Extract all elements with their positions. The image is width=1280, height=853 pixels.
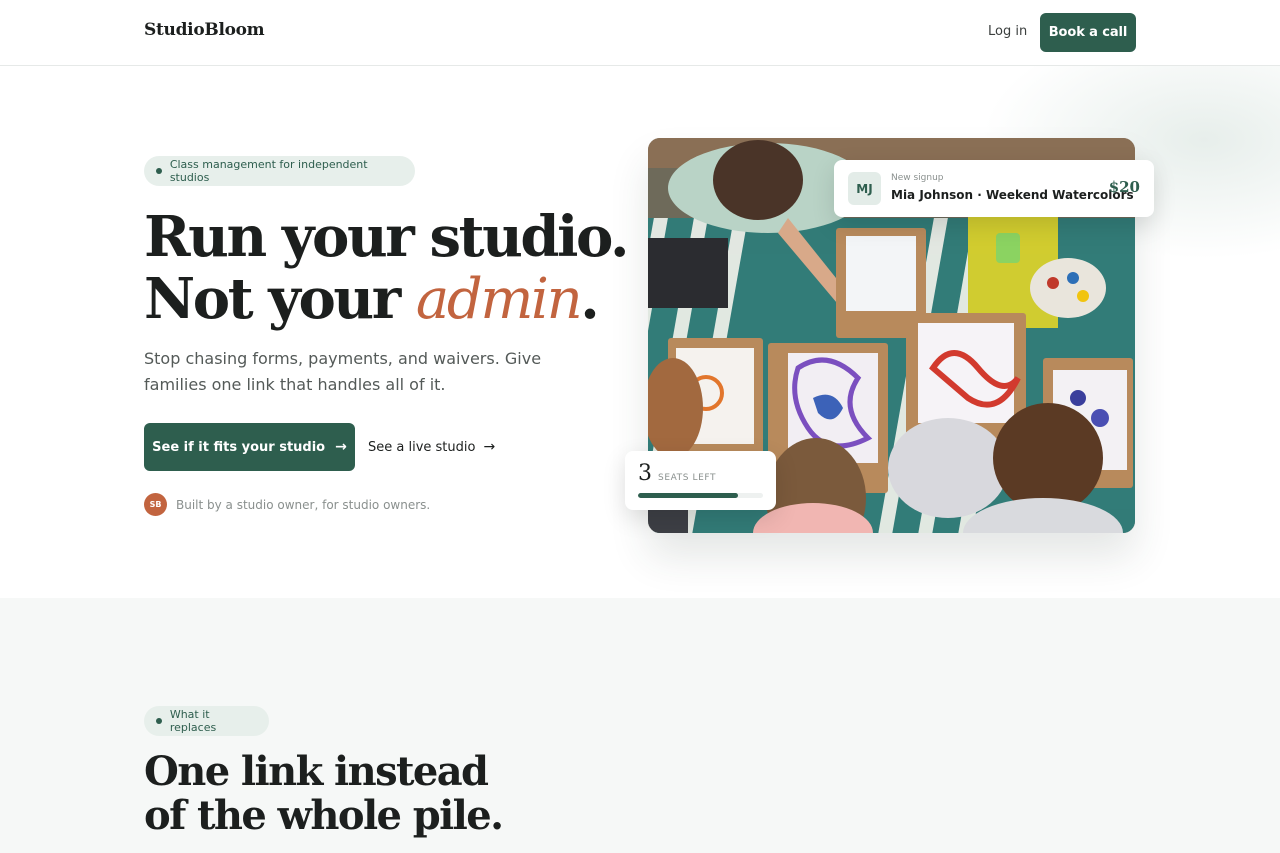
pill-dot-icon (156, 718, 162, 724)
replaces-title-line2: of the whole pile. (144, 792, 504, 839)
arrow-right-icon: → (335, 439, 347, 455)
owner-avatar: SB (144, 493, 167, 516)
replaces-title: One link instead of the whole pile. (144, 748, 504, 839)
hero-title-line2-start: Not your (144, 266, 416, 332)
owner-credit-text: Built by a studio owner, for studio owne… (176, 497, 431, 512)
hero-title: Run your studio. Not your admin. (144, 204, 629, 332)
seats-progress-fill (638, 493, 738, 498)
replaces-tag-pill: What it replaces (144, 706, 269, 736)
fits-studio-button[interactable]: See if it fits your studio → (144, 423, 355, 471)
signup-price: $20 (1108, 178, 1140, 196)
pill-dot-icon (156, 168, 162, 174)
hero-title-accent: admin (415, 267, 583, 332)
live-studio-link[interactable]: See a live studio → (368, 437, 495, 457)
hero-subtitle: Stop chasing forms, payments, and waiver… (144, 349, 542, 394)
book-call-button[interactable]: Book a call (1040, 13, 1136, 52)
signup-label: New signup (891, 173, 944, 183)
new-signup-card: MJ New signup Mia Johnson · Weekend Wate… (834, 160, 1154, 217)
live-studio-label: See a live studio (368, 439, 476, 455)
seats-label: SEATS LEFT (658, 473, 717, 483)
arrow-right-icon: → (483, 439, 496, 455)
hero-tag-pill: Class management for independent studios (144, 156, 415, 186)
hero-title-line2-end: . (580, 266, 600, 332)
hero-tag-label: Class management for independent studios (169, 158, 368, 184)
owner-credit: SB Built by a studio owner, for studio o… (144, 493, 430, 516)
replaces-tag-label: What it replaces (169, 708, 217, 734)
hero-title-line1: Run your studio. (144, 204, 629, 270)
signup-avatar: MJ (848, 172, 881, 205)
seats-progress-track (638, 493, 763, 498)
logo[interactable]: StudioBloom (144, 20, 265, 40)
login-link[interactable]: Log in (988, 24, 1027, 39)
seats-left-card: 3 SEATS LEFT (625, 451, 776, 510)
seats-count: 3 (638, 461, 652, 486)
replaces-title-line1: One link instead (144, 748, 489, 795)
signup-detail: Mia Johnson · Weekend Watercolors (891, 188, 1134, 202)
site-header: StudioBloom Log in Book a call (0, 0, 1280, 66)
fits-studio-label: See if it fits your studio (152, 439, 326, 455)
